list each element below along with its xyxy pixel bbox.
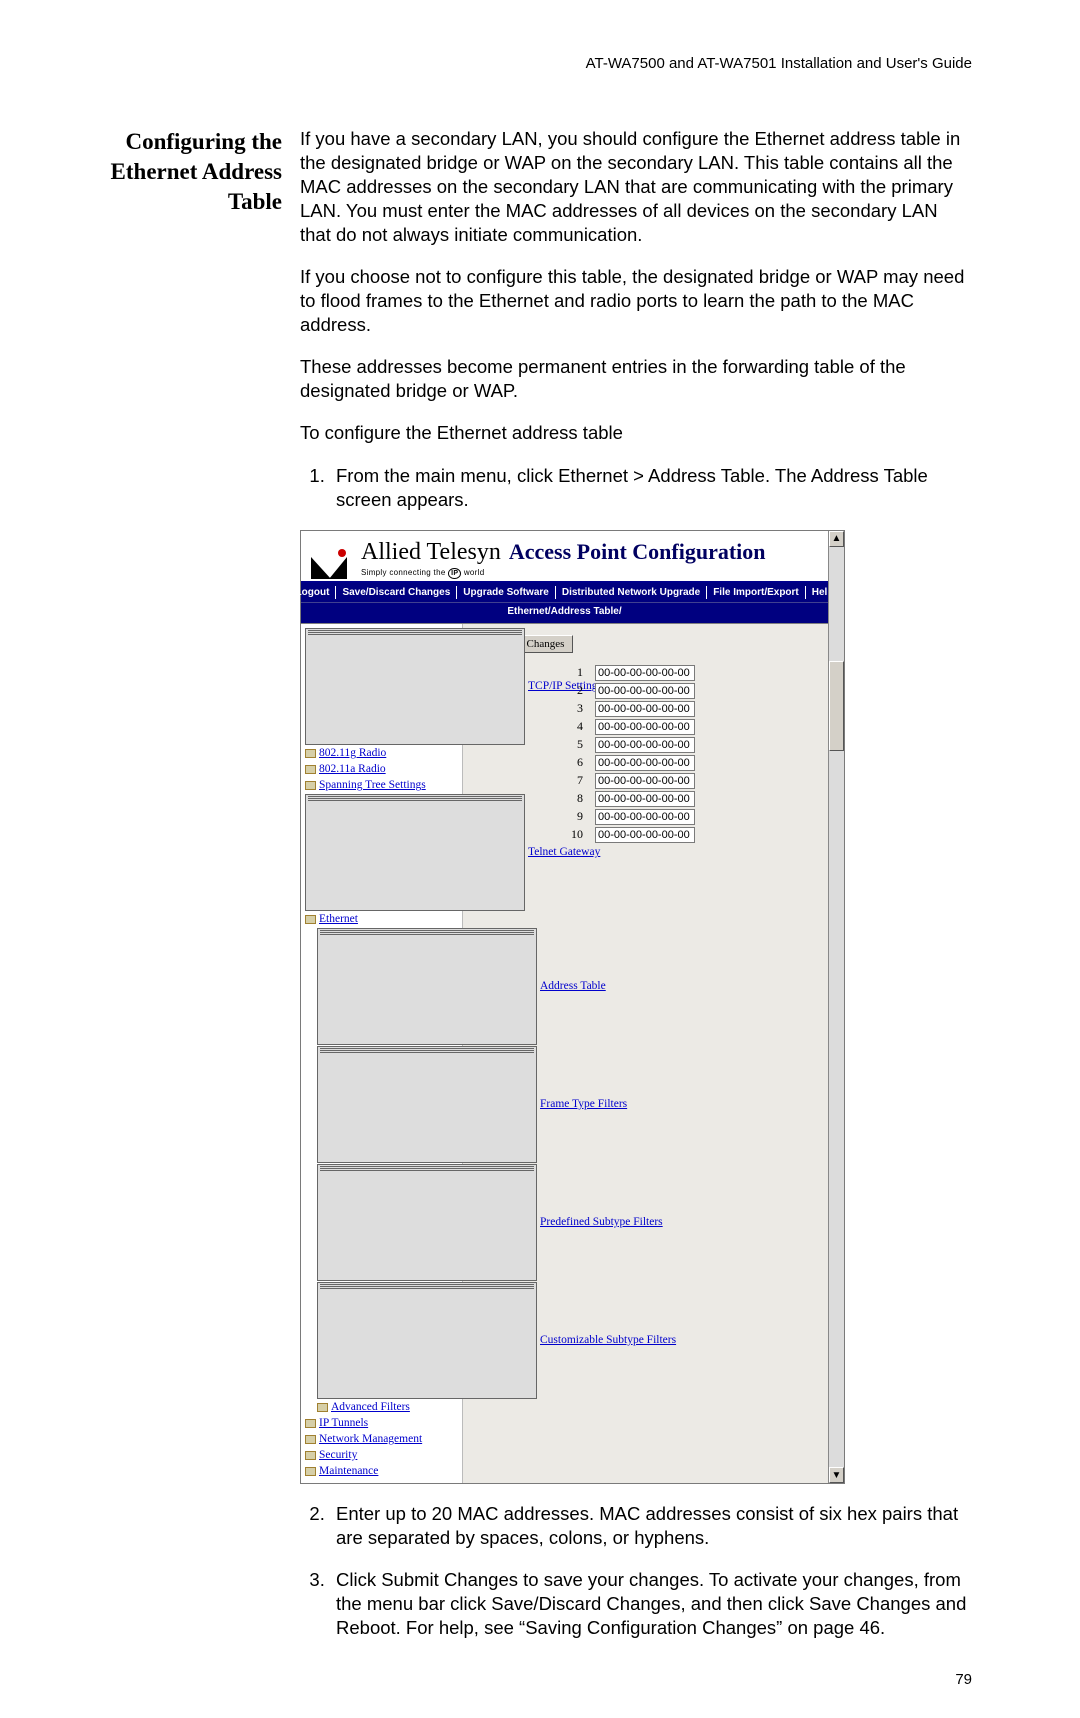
tree-item[interactable]: Customizable Subtype Filters <box>305 1282 458 1400</box>
scroll-up-button[interactable]: ▲ <box>829 531 844 547</box>
mac-row: 6 <box>483 755 818 771</box>
folder-icon <box>317 1403 328 1412</box>
step-item: From the main menu, click Ethernet > Add… <box>330 464 972 512</box>
mac-row: 7 <box>483 773 818 789</box>
folder-icon <box>305 781 316 790</box>
folder-icon <box>305 915 316 924</box>
mac-address-input[interactable] <box>595 755 695 771</box>
mac-address-input[interactable] <box>595 719 695 735</box>
folder-icon <box>305 1435 316 1444</box>
menu-upgrade[interactable]: Upgrade Software <box>457 586 556 599</box>
brand-name: Allied Telesyn <box>361 539 501 565</box>
page-icon <box>317 1046 537 1163</box>
tree-link[interactable]: Maintenance <box>319 1464 378 1479</box>
page-product-title: Access Point Configuration <box>509 538 766 567</box>
paragraph: To configure the Ethernet address table <box>300 421 972 445</box>
tree-link[interactable]: 802.11a Radio <box>319 762 386 777</box>
folder-icon <box>305 749 316 758</box>
page-icon <box>317 928 537 1045</box>
tree-item[interactable]: TCP/IP Settings <box>305 628 458 746</box>
tree-item[interactable]: Advanced Filters <box>305 1400 458 1416</box>
mac-address-list: 1 2 3 4 5 6 7 8 9 10 <box>483 665 818 843</box>
top-menu: Logout Save/Discard Changes Upgrade Soft… <box>301 583 828 602</box>
tree-link[interactable]: IP Tunnels <box>319 1416 368 1431</box>
mac-address-input[interactable] <box>595 809 695 825</box>
folder-icon <box>305 1451 316 1460</box>
mac-row: 5 <box>483 737 818 753</box>
folder-icon <box>305 765 316 774</box>
mac-row: 10 <box>483 827 818 843</box>
tree-link[interactable]: Ethernet <box>319 912 358 927</box>
tree-item[interactable]: Network Management <box>305 1431 458 1447</box>
folder-icon <box>305 1419 316 1428</box>
tree-item[interactable]: Frame Type Filters <box>305 1046 458 1164</box>
tree-item[interactable]: Maintenance <box>305 1463 458 1479</box>
doc-header: AT-WA7500 and AT-WA7501 Installation and… <box>110 55 972 72</box>
tree-link[interactable]: Advanced Filters <box>331 1400 410 1415</box>
mac-row: 8 <box>483 791 818 807</box>
tree-item[interactable]: Address Table <box>305 928 458 1046</box>
mac-row-index: 7 <box>483 773 595 789</box>
tree-item[interactable]: Predefined Subtype Filters <box>305 1164 458 1282</box>
scrollbar[interactable]: ▲ ▼ <box>828 531 844 1484</box>
tree-link[interactable]: 802.11g Radio <box>319 746 386 761</box>
mac-address-input[interactable] <box>595 737 695 753</box>
mac-address-input[interactable] <box>595 773 695 789</box>
tree-item[interactable]: Telnet Gateway <box>305 794 458 912</box>
tree-link[interactable]: Spanning Tree Settings <box>319 778 426 793</box>
menu-fileio[interactable]: File Import/Export <box>707 586 806 599</box>
mac-address-input[interactable] <box>595 701 695 717</box>
logo-icon <box>311 549 351 579</box>
tree-link[interactable]: Security <box>319 1448 357 1463</box>
menu-distupgrade[interactable]: Distributed Network Upgrade <box>556 586 707 599</box>
paragraph: These addresses become permanent entries… <box>300 355 972 403</box>
mac-address-input[interactable] <box>595 791 695 807</box>
page-number: 79 <box>955 1671 972 1688</box>
tree-item[interactable]: 802.11a Radio <box>305 762 458 778</box>
step-item: Click Submit Changes to save your change… <box>330 1568 972 1640</box>
mac-row: 1 <box>483 665 818 681</box>
page-icon <box>317 1282 537 1399</box>
tree-item[interactable]: Spanning Tree Settings <box>305 778 458 794</box>
mac-address-input[interactable] <box>595 683 695 699</box>
mac-row-index: 6 <box>483 755 595 771</box>
tree-item[interactable]: 802.11g Radio <box>305 746 458 762</box>
mac-address-input[interactable] <box>595 665 695 681</box>
mac-row: 9 <box>483 809 818 825</box>
paragraph: If you have a secondary LAN, you should … <box>300 127 972 247</box>
mac-row: 3 <box>483 701 818 717</box>
tree-item[interactable]: IP Tunnels <box>305 1415 458 1431</box>
page-icon <box>317 1164 537 1281</box>
step-item: Enter up to 20 MAC addresses. MAC addres… <box>330 1502 972 1550</box>
scroll-thumb[interactable] <box>829 661 844 751</box>
mac-address-input[interactable] <box>595 827 695 843</box>
brand-tagline: Simply connecting the IP world <box>361 568 501 579</box>
folder-icon <box>305 1467 316 1476</box>
banner: Allied Telesyn Simply connecting the IP … <box>301 531 828 583</box>
nav-tree: TCP/IP Settings802.11g Radio802.11a Radi… <box>301 624 463 1483</box>
breadcrumb: Ethernet/Address Table/ <box>301 602 828 623</box>
page-icon <box>305 794 525 911</box>
tree-item[interactable]: Security <box>305 1447 458 1463</box>
menu-logout[interactable]: Logout <box>290 586 337 599</box>
scroll-down-button[interactable]: ▼ <box>829 1467 844 1483</box>
menu-savediscard[interactable]: Save/Discard Changes <box>336 586 457 599</box>
mac-row: 4 <box>483 719 818 735</box>
section-title: Configuring the Ethernet Address Table <box>110 127 300 217</box>
config-screenshot: ▲ ▼ Allied Telesyn Simply conn <box>300 530 845 1485</box>
tree-link[interactable]: Network Management <box>319 1432 422 1447</box>
page-icon <box>305 628 525 745</box>
paragraph: If you choose not to configure this tabl… <box>300 265 972 337</box>
tree-item[interactable]: Ethernet <box>305 912 458 928</box>
mac-row: 2 <box>483 683 818 699</box>
